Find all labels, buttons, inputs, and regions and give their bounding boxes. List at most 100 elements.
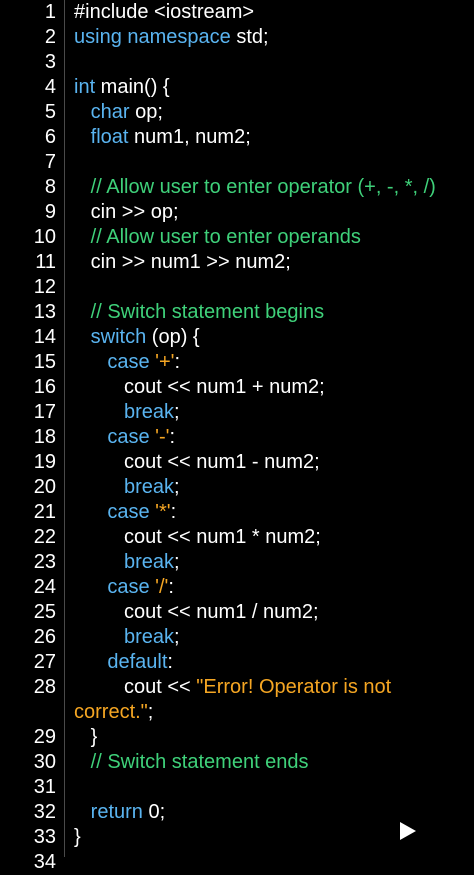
code-line[interactable]: 25 cout << num1 / num2; <box>0 600 474 625</box>
code-line[interactable]: 7 <box>0 150 474 175</box>
code-text: } <box>74 825 81 850</box>
line-number: 3 <box>44 51 56 73</box>
code-line[interactable]: 16 cout << num1 + num2; <box>0 375 474 400</box>
code-token: ; <box>147 701 154 723</box>
code-line[interactable]: 6 float num1, num2; <box>0 125 474 150</box>
line-number: 27 <box>33 651 56 673</box>
play-icon <box>400 822 416 840</box>
line-number: 30 <box>33 751 56 773</box>
code-line[interactable]: 11 cin >> num1 >> num2; <box>0 250 474 275</box>
code-token: default <box>107 651 168 673</box>
line-number: 13 <box>33 301 56 323</box>
code-token: cout << num1 + num2; <box>74 376 325 398</box>
code-text: using namespace std; <box>74 25 269 50</box>
code-line[interactable]: 24 case '/': <box>0 575 474 600</box>
code-text: switch (op) { <box>74 325 200 350</box>
code-line[interactable]: 4 int main() { <box>0 75 474 100</box>
code-text: char op; <box>74 100 163 125</box>
code-text: // Allow user to enter operands <box>74 225 361 250</box>
code-line[interactable]: correct."; <box>0 700 474 725</box>
code-line[interactable]: 12 <box>0 275 474 300</box>
code-token: switch <box>90 326 147 348</box>
line-number: 7 <box>44 151 56 173</box>
code-text: correct."; <box>74 700 153 725</box>
code-token: break <box>124 551 175 573</box>
code-token: ; <box>174 551 180 573</box>
code-text: cout << "Error! Operator is not <box>74 675 391 700</box>
code-text: // Switch statement begins <box>74 300 324 325</box>
code-line[interactable]: 5 char op; <box>0 100 474 125</box>
line-number: 12 <box>33 276 56 298</box>
code-line[interactable]: 22 cout << num1 * num2; <box>0 525 474 550</box>
code-token: op; <box>129 101 163 123</box>
code-text: // Switch statement ends <box>74 750 309 775</box>
code-line[interactable]: 20 break; <box>0 475 474 500</box>
code-token: int <box>74 76 96 98</box>
code-line[interactable]: 26 break; <box>0 625 474 650</box>
code-token: } <box>74 826 81 848</box>
run-button[interactable] <box>398 820 418 842</box>
line-number: 14 <box>33 326 56 348</box>
code-token: num1, num2; <box>128 126 251 148</box>
code-line[interactable]: 2 using namespace std; <box>0 25 474 50</box>
line-number: 10 <box>33 226 56 248</box>
code-line[interactable]: 29 } <box>0 725 474 750</box>
code-token: char <box>90 101 130 123</box>
line-number: 17 <box>33 401 56 423</box>
code-token: // Switch statement begins <box>90 301 325 323</box>
code-token: '*' <box>155 501 171 523</box>
line-number: 28 <box>33 676 56 698</box>
line-number: 33 <box>33 826 56 848</box>
code-token: } <box>74 726 98 748</box>
code-line[interactable]: 27 default: <box>0 650 474 675</box>
line-number: 22 <box>33 526 56 548</box>
code-text: return 0; <box>74 800 166 825</box>
code-token: : <box>170 501 177 523</box>
code-line[interactable]: 14 switch (op) { <box>0 325 474 350</box>
code-text: #include <iostream> <box>74 0 254 25</box>
code-text: case '+': <box>74 350 180 375</box>
code-line[interactable]: 9 cin >> op; <box>0 200 474 225</box>
code-token: ; <box>174 626 180 648</box>
code-line[interactable]: 3 <box>0 50 474 75</box>
code-line[interactable]: 17 break; <box>0 400 474 425</box>
code-line[interactable]: 8 // Allow user to enter operator (+, -,… <box>0 175 474 200</box>
line-number: 26 <box>33 626 56 648</box>
code-token: // Switch statement ends <box>90 751 309 773</box>
code-line[interactable]: 10 // Allow user to enter operands <box>0 225 474 250</box>
code-line[interactable]: 30 // Switch statement ends <box>0 750 474 775</box>
code-line[interactable]: 13 // Switch statement begins <box>0 300 474 325</box>
line-number: 16 <box>33 376 56 398</box>
code-line[interactable]: 23 break; <box>0 550 474 575</box>
code-line[interactable]: 34 <box>0 850 474 875</box>
code-editor[interactable]: 1 #include <iostream> 2 using namespace std… <box>0 0 474 873</box>
code-token: correct." <box>74 701 148 723</box>
code-line[interactable]: 15 case '+': <box>0 350 474 375</box>
line-number: 1 <box>44 1 56 23</box>
code-token: : <box>174 351 181 373</box>
code-line[interactable]: 31 <box>0 775 474 800</box>
code-token: break <box>124 626 175 648</box>
code-token: case <box>107 426 150 448</box>
code-line[interactable]: 18 case '-': <box>0 425 474 450</box>
line-number: 24 <box>33 576 56 598</box>
code-text: break; <box>74 625 180 650</box>
code-token: (op) { <box>146 326 200 348</box>
line-number: 11 <box>35 251 56 273</box>
code-line[interactable]: 19 cout << num1 - num2; <box>0 450 474 475</box>
code-token: : <box>168 576 174 598</box>
code-token: : <box>169 426 176 448</box>
code-line[interactable]: 28 cout << "Error! Operator is not <box>0 675 474 700</box>
code-line[interactable]: 1 #include <iostream> <box>0 0 474 25</box>
code-token: main() { <box>95 76 170 98</box>
code-line[interactable]: 21 case '*': <box>0 500 474 525</box>
code-token: return <box>90 801 143 823</box>
line-number: 15 <box>33 351 56 373</box>
line-number: 20 <box>33 476 56 498</box>
